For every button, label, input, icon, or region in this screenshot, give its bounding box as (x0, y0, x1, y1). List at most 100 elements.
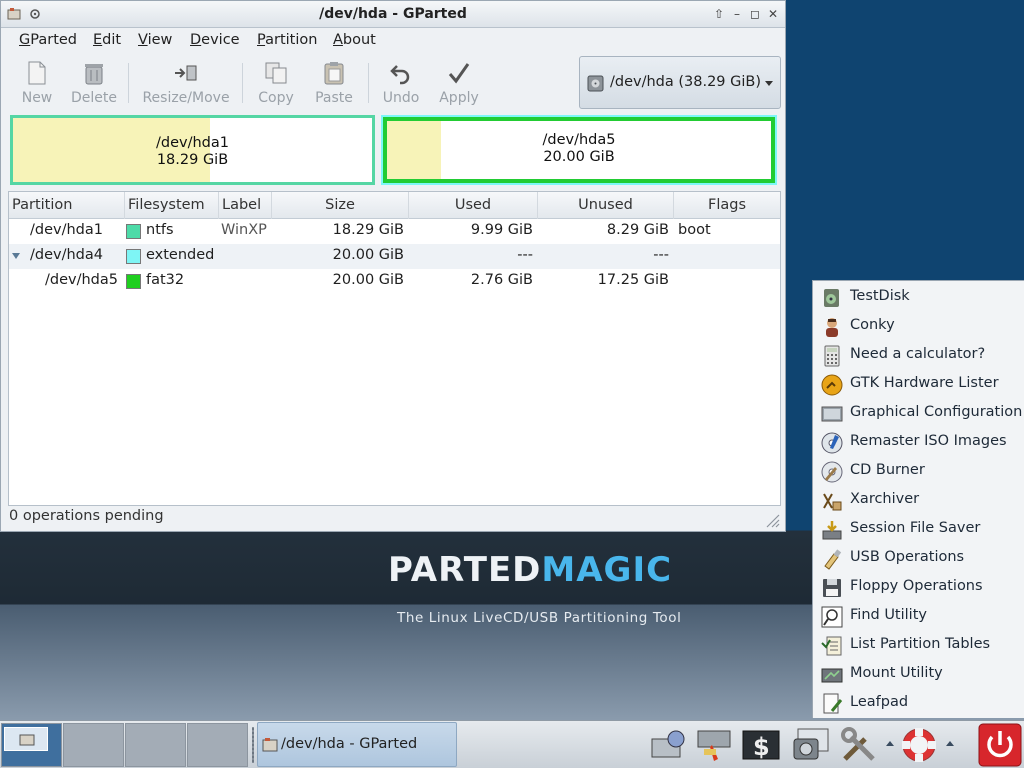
cell-unused: 8.29 GiB (606, 222, 669, 238)
menu-item-conky[interactable]: Conky (813, 312, 1024, 341)
menu-partition[interactable]: Partition (257, 32, 317, 48)
chevron-up-icon[interactable] (886, 741, 894, 746)
device-selector-label: /dev/hda (38.29 GiB) (610, 74, 762, 90)
tools-icon[interactable] (839, 725, 879, 765)
column-header-unused[interactable]: Unused (538, 192, 674, 219)
disk-manager-icon[interactable] (648, 725, 688, 765)
column-header-label[interactable]: Label (219, 192, 272, 219)
menu-item-xarchiver[interactable]: Xarchiver (813, 486, 1024, 515)
menu-device[interactable]: Device (190, 32, 240, 48)
menu-item-cd-burner[interactable]: CD Burner (813, 457, 1024, 486)
checkmark-icon (448, 63, 470, 84)
device-selector[interactable]: /dev/hda (38.29 GiB) (579, 56, 781, 109)
partition-block-name: /dev/hda1 (156, 135, 229, 151)
menu-item-label: Remaster ISO Images (850, 433, 1007, 449)
title-bar[interactable]: /dev/hda - GParted ⇧ – ◻ ✕ (1, 1, 785, 28)
menu-item-find-utility[interactable]: Find Utility (813, 602, 1024, 631)
column-header-flags[interactable]: Flags (674, 192, 780, 219)
filesystem-color-swatch (126, 224, 141, 239)
copy-button[interactable]: Copy (255, 60, 297, 108)
chevron-up-icon[interactable] (946, 741, 954, 746)
undo-button[interactable]: Undo (380, 60, 422, 108)
table-row[interactable]: /dev/hda5 fat32 20.00 GiB 2.76 GiB 17.25… (9, 269, 780, 294)
find-icon (821, 606, 843, 628)
table-header: Partition Filesystem Label Size Used Unu… (9, 192, 780, 219)
workspace-1[interactable] (1, 723, 62, 767)
menu-item-label: Graphical Configuration (850, 404, 1023, 420)
logo-part1: PARTED (388, 550, 542, 590)
menu-device-label: evice (201, 32, 240, 48)
testdisk-icon (824, 289, 839, 307)
workspace-3[interactable] (125, 723, 186, 767)
column-header-partition[interactable]: Partition (9, 192, 125, 219)
terminal-icon[interactable]: $ (741, 725, 781, 765)
cell-label: WinXP (221, 222, 267, 238)
floppy-icon (823, 579, 841, 597)
workspace-2[interactable] (63, 723, 124, 767)
parted-magic-logo: PARTEDMAGIC (388, 550, 672, 590)
partition-block-hda5[interactable]: /dev/hda5 20.00 GiB (381, 115, 777, 185)
menu-item-label: List Partition Tables (850, 636, 991, 652)
expander-arrow-icon[interactable] (12, 253, 20, 259)
menu-item-calculator[interactable]: Need a calculator? (813, 341, 1024, 370)
menu-edit[interactable]: Edit (93, 32, 121, 48)
menu-item-remaster-iso[interactable]: Remaster ISO Images (813, 428, 1024, 457)
resize-move-button[interactable]: Resize/Move (139, 60, 233, 108)
workspace-4[interactable] (187, 723, 248, 767)
resize-grip-icon[interactable] (764, 512, 780, 528)
menu-item-testdisk[interactable]: TestDisk (813, 283, 1024, 312)
toolbar-separator (368, 63, 369, 103)
paste-button[interactable]: Paste (311, 60, 357, 108)
close-icon[interactable]: ✕ (766, 7, 780, 21)
maximize-icon[interactable]: ◻ (748, 7, 762, 21)
menu-about[interactable]: About (333, 32, 376, 48)
column-header-used[interactable]: Used (409, 192, 538, 219)
table-row[interactable]: /dev/hda1 ntfs WinXP 18.29 GiB 9.99 GiB … (9, 219, 780, 244)
menu-item-mount-utility[interactable]: Mount Utility (813, 660, 1024, 689)
menu-item-label: GTK Hardware Lister (850, 375, 999, 391)
menu-item-label: Conky (850, 317, 895, 333)
new-button[interactable]: New (17, 60, 57, 108)
menu-partition-label: artition (265, 32, 318, 48)
table-row[interactable]: /dev/hda4 extended 20.00 GiB --- --- (9, 244, 780, 269)
menu-edit-label: dit (102, 32, 122, 48)
undo-icon (390, 65, 410, 85)
menu-item-usb-operations[interactable]: USB Operations (813, 544, 1024, 573)
panel-handle[interactable] (252, 727, 254, 763)
column-header-size[interactable]: Size (272, 192, 409, 219)
power-icon[interactable] (978, 723, 1022, 767)
cell-filesystem: ntfs (146, 222, 174, 238)
cell-used: 2.76 GiB (470, 272, 533, 288)
help-lifebuoy-icon[interactable] (899, 725, 939, 765)
menu-item-graphical-config[interactable]: Graphical Configuration (813, 399, 1024, 428)
menu-gparted[interactable]: GParted (19, 32, 77, 48)
menu-view[interactable]: View (138, 32, 172, 48)
taskbar-window-button[interactable]: /dev/hda - GParted (257, 722, 457, 767)
resize-move-label: Resize/Move (142, 90, 230, 106)
status-bar-text: 0 operations pending (9, 508, 164, 524)
partition-block-hda1[interactable]: /dev/hda1 18.29 GiB (10, 115, 375, 185)
minimize-icon[interactable]: – (730, 7, 744, 21)
menu-item-session-saver[interactable]: Session File Saver (813, 515, 1024, 544)
trash-icon (85, 64, 103, 85)
column-header-filesystem[interactable]: Filesystem (125, 192, 219, 219)
cell-partition: /dev/hda5 (45, 272, 118, 288)
partition-tools-icon[interactable] (694, 725, 734, 765)
delete-button[interactable]: Delete (69, 60, 119, 108)
gparted-window: /dev/hda - GParted ⇧ – ◻ ✕ GParted Edit … (0, 0, 786, 532)
harddisk-icon (587, 75, 604, 92)
menu-item-floppy-operations[interactable]: Floppy Operations (813, 573, 1024, 602)
menu-item-leafpad[interactable]: Leafpad (813, 689, 1024, 718)
menu-gparted-label: Parted (30, 32, 77, 48)
apply-button[interactable]: Apply (436, 60, 482, 108)
toolbar-separator (128, 63, 129, 103)
screenshot-icon[interactable] (792, 725, 832, 765)
copy-icon (265, 62, 287, 84)
menu-item-list-partition-tables[interactable]: List Partition Tables (813, 631, 1024, 660)
menu-item-hardware-lister[interactable]: GTK Hardware Lister (813, 370, 1024, 399)
delete-label: Delete (71, 90, 117, 106)
menu-item-label: Leafpad (850, 694, 909, 710)
shade-icon[interactable]: ⇧ (712, 7, 726, 21)
menu-item-label: Mount Utility (850, 665, 943, 681)
partition-table[interactable]: Partition Filesystem Label Size Used Unu… (8, 191, 781, 506)
